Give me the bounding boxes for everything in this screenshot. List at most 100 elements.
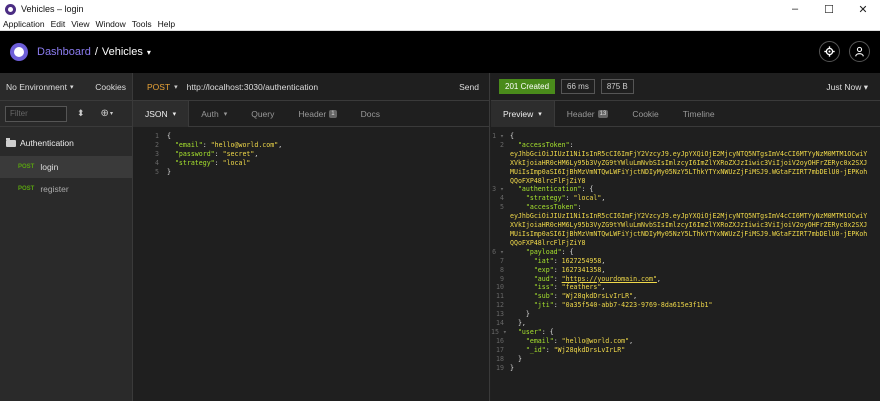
insomnia-logo-icon — [10, 43, 28, 61]
payload-aud-link[interactable]: "https://yourdomain.com" — [562, 275, 657, 284]
json-key: "email" — [174, 140, 203, 149]
chevron-down-icon[interactable]: ▾ — [147, 48, 151, 57]
payload-iat: 1627254958 — [561, 256, 602, 265]
payload-exp: 1627341358 — [561, 265, 602, 274]
request-pane: POST ▾ Send JSON▾ Auth▾ Query Header1 Do… — [133, 73, 490, 401]
menu-window[interactable]: Window — [96, 19, 126, 29]
auth-access-token-value: eyJhbGciOiJIUzI1NiIsInR5cCI6ImFjY2VzcyJ9… — [510, 212, 868, 247]
tab-query[interactable]: Query — [239, 101, 286, 127]
environment-select[interactable]: No Environment — [6, 82, 67, 92]
code-text: { — [167, 132, 171, 140]
request-body-editor[interactable]: 1{ 2 "email": "hello@world.com", 3 "pass… — [133, 127, 489, 177]
code-line: 5} — [133, 168, 489, 177]
menu-edit[interactable]: Edit — [51, 19, 66, 29]
line-number: 4 — [155, 158, 159, 167]
tab-auth[interactable]: Auth ▾ — [189, 101, 239, 127]
response-tabs: Preview ▾ Header 13 Cookie Timeline — [491, 100, 880, 127]
menu-application[interactable]: Application — [3, 19, 45, 29]
minimize-button[interactable]: – — [778, 0, 812, 18]
tab-docs-label: Docs — [360, 108, 380, 119]
window-controls: – ☐ ✕ — [778, 0, 880, 18]
response-preview[interactable]: 1 ▾{ 2 "accessToken": eyJhbGciOiJIUzI1Ni… — [491, 127, 880, 372]
window-titlebar: Vehicles – login – ☐ ✕ — [0, 0, 880, 18]
json-key: "password" — [174, 149, 215, 158]
tab-auth-label: Auth — [201, 108, 219, 119]
json-key: "strategy" — [174, 158, 215, 167]
status-badge: 201 Created — [499, 79, 556, 94]
url-bar: POST ▾ Send — [133, 73, 489, 101]
request-item-register[interactable]: POST register — [0, 178, 132, 200]
line-number: 3 — [155, 149, 159, 158]
request-method-badge: POST — [18, 164, 35, 170]
menu-tools[interactable]: Tools — [132, 19, 152, 29]
request-name: login — [40, 162, 59, 172]
filter-input[interactable] — [10, 109, 66, 118]
header-count-badge: 1 — [329, 109, 337, 118]
chevron-down-icon: ▾ — [863, 82, 868, 92]
sort-icon[interactable]: ⬍ — [77, 108, 85, 119]
sidebar: No Environment ▾ Cookies ⬍ ⊕▾ Authentica… — [0, 73, 133, 401]
maximize-button[interactable]: ☐ — [812, 0, 846, 18]
payload-sub: "Wj28qkdDrsLvIrLR" — [561, 292, 634, 301]
menu-help[interactable]: Help — [158, 19, 175, 29]
method-select[interactable]: POST — [147, 82, 170, 92]
tab-response-header[interactable]: Header 13 — [555, 101, 621, 127]
folder-icon — [6, 137, 16, 147]
request-tabs: JSON ▾ Auth ▾ Query Header 1 Docs — [133, 100, 489, 127]
history-dropdown[interactable]: Just Now ▾ — [826, 82, 868, 93]
chevron-down-icon[interactable]: ▾ — [174, 83, 178, 91]
code-line: 1{ — [133, 132, 489, 141]
line-number: 1 — [155, 132, 159, 140]
response-size-badge: 875 B — [600, 79, 634, 94]
code-line: 3 "password": "secret", — [133, 150, 489, 159]
json-value: "hello@world.com" — [210, 140, 279, 149]
request-method-badge: POST — [18, 186, 35, 192]
tab-header[interactable]: Header 1 — [286, 101, 348, 127]
folder-label: Authentication — [20, 138, 74, 148]
tab-body[interactable]: JSON ▾ — [133, 100, 190, 127]
request-item-login[interactable]: POST login — [0, 156, 132, 178]
tab-cookie[interactable]: Cookie — [620, 101, 670, 127]
send-button[interactable]: Send — [459, 82, 479, 92]
tab-preview-label: Preview — [503, 108, 534, 119]
header-count-badge: 13 — [597, 109, 609, 118]
url-input[interactable] — [186, 81, 447, 92]
tab-preview[interactable]: Preview ▾ — [491, 100, 555, 127]
code-line: 4 "strategy": "local" — [133, 159, 489, 168]
cookies-button[interactable]: Cookies — [95, 82, 126, 92]
json-value: "local" — [222, 158, 251, 167]
gear-icon[interactable] — [819, 41, 840, 62]
environment-row: No Environment ▾ Cookies — [0, 73, 132, 101]
line-number: 5 — [155, 167, 159, 176]
breadcrumb-project[interactable]: Vehicles — [102, 46, 143, 58]
menu-view[interactable]: View — [71, 19, 89, 29]
tab-cookie-label: Cookie — [632, 108, 659, 119]
breadcrumb-dashboard[interactable]: Dashboard — [37, 46, 91, 58]
close-button[interactable]: ✕ — [846, 0, 880, 18]
chevron-down-icon[interactable]: ▾ — [110, 110, 113, 117]
tab-docs[interactable]: Docs — [349, 101, 392, 127]
chevron-down-icon: ▾ — [223, 110, 228, 118]
tab-response-header-label: Header — [566, 108, 595, 119]
tab-header-label: Header — [298, 108, 327, 119]
line-number: 2 — [155, 140, 159, 149]
access-token-value: eyJhbGciOiJIUzI1NiIsInR5cCI6ImFjY2VzcyJ9… — [510, 149, 868, 185]
payload-iss: "feathers" — [561, 283, 602, 292]
tab-timeline-label: Timeline — [682, 108, 715, 119]
response-time-badge: 66 ms — [561, 79, 595, 94]
insomnia-app-icon — [5, 3, 16, 15]
folder-authentication[interactable]: Authentication — [0, 130, 132, 156]
filter-row: ⬍ ⊕▾ — [0, 101, 132, 127]
chevron-down-icon[interactable]: ▾ — [70, 83, 74, 91]
window-title: Vehicles – login — [21, 4, 84, 14]
tab-query-label: Query — [251, 108, 275, 119]
menu-bar: Application Edit View Window Tools Help — [0, 18, 880, 31]
chevron-down-icon: ▾ — [538, 110, 542, 118]
response-pane: 201 Created 66 ms 875 B Just Now ▾ Previ… — [491, 73, 880, 401]
payload-jti: "0a35f540-abb7-4223-9769-8da615e3f1b1" — [561, 301, 713, 310]
chevron-down-icon: ▾ — [172, 110, 177, 118]
tab-body-label: JSON — [145, 108, 168, 119]
tab-timeline[interactable]: Timeline — [671, 101, 727, 127]
add-icon[interactable]: ⊕ — [101, 108, 109, 119]
account-icon[interactable] — [849, 41, 870, 62]
